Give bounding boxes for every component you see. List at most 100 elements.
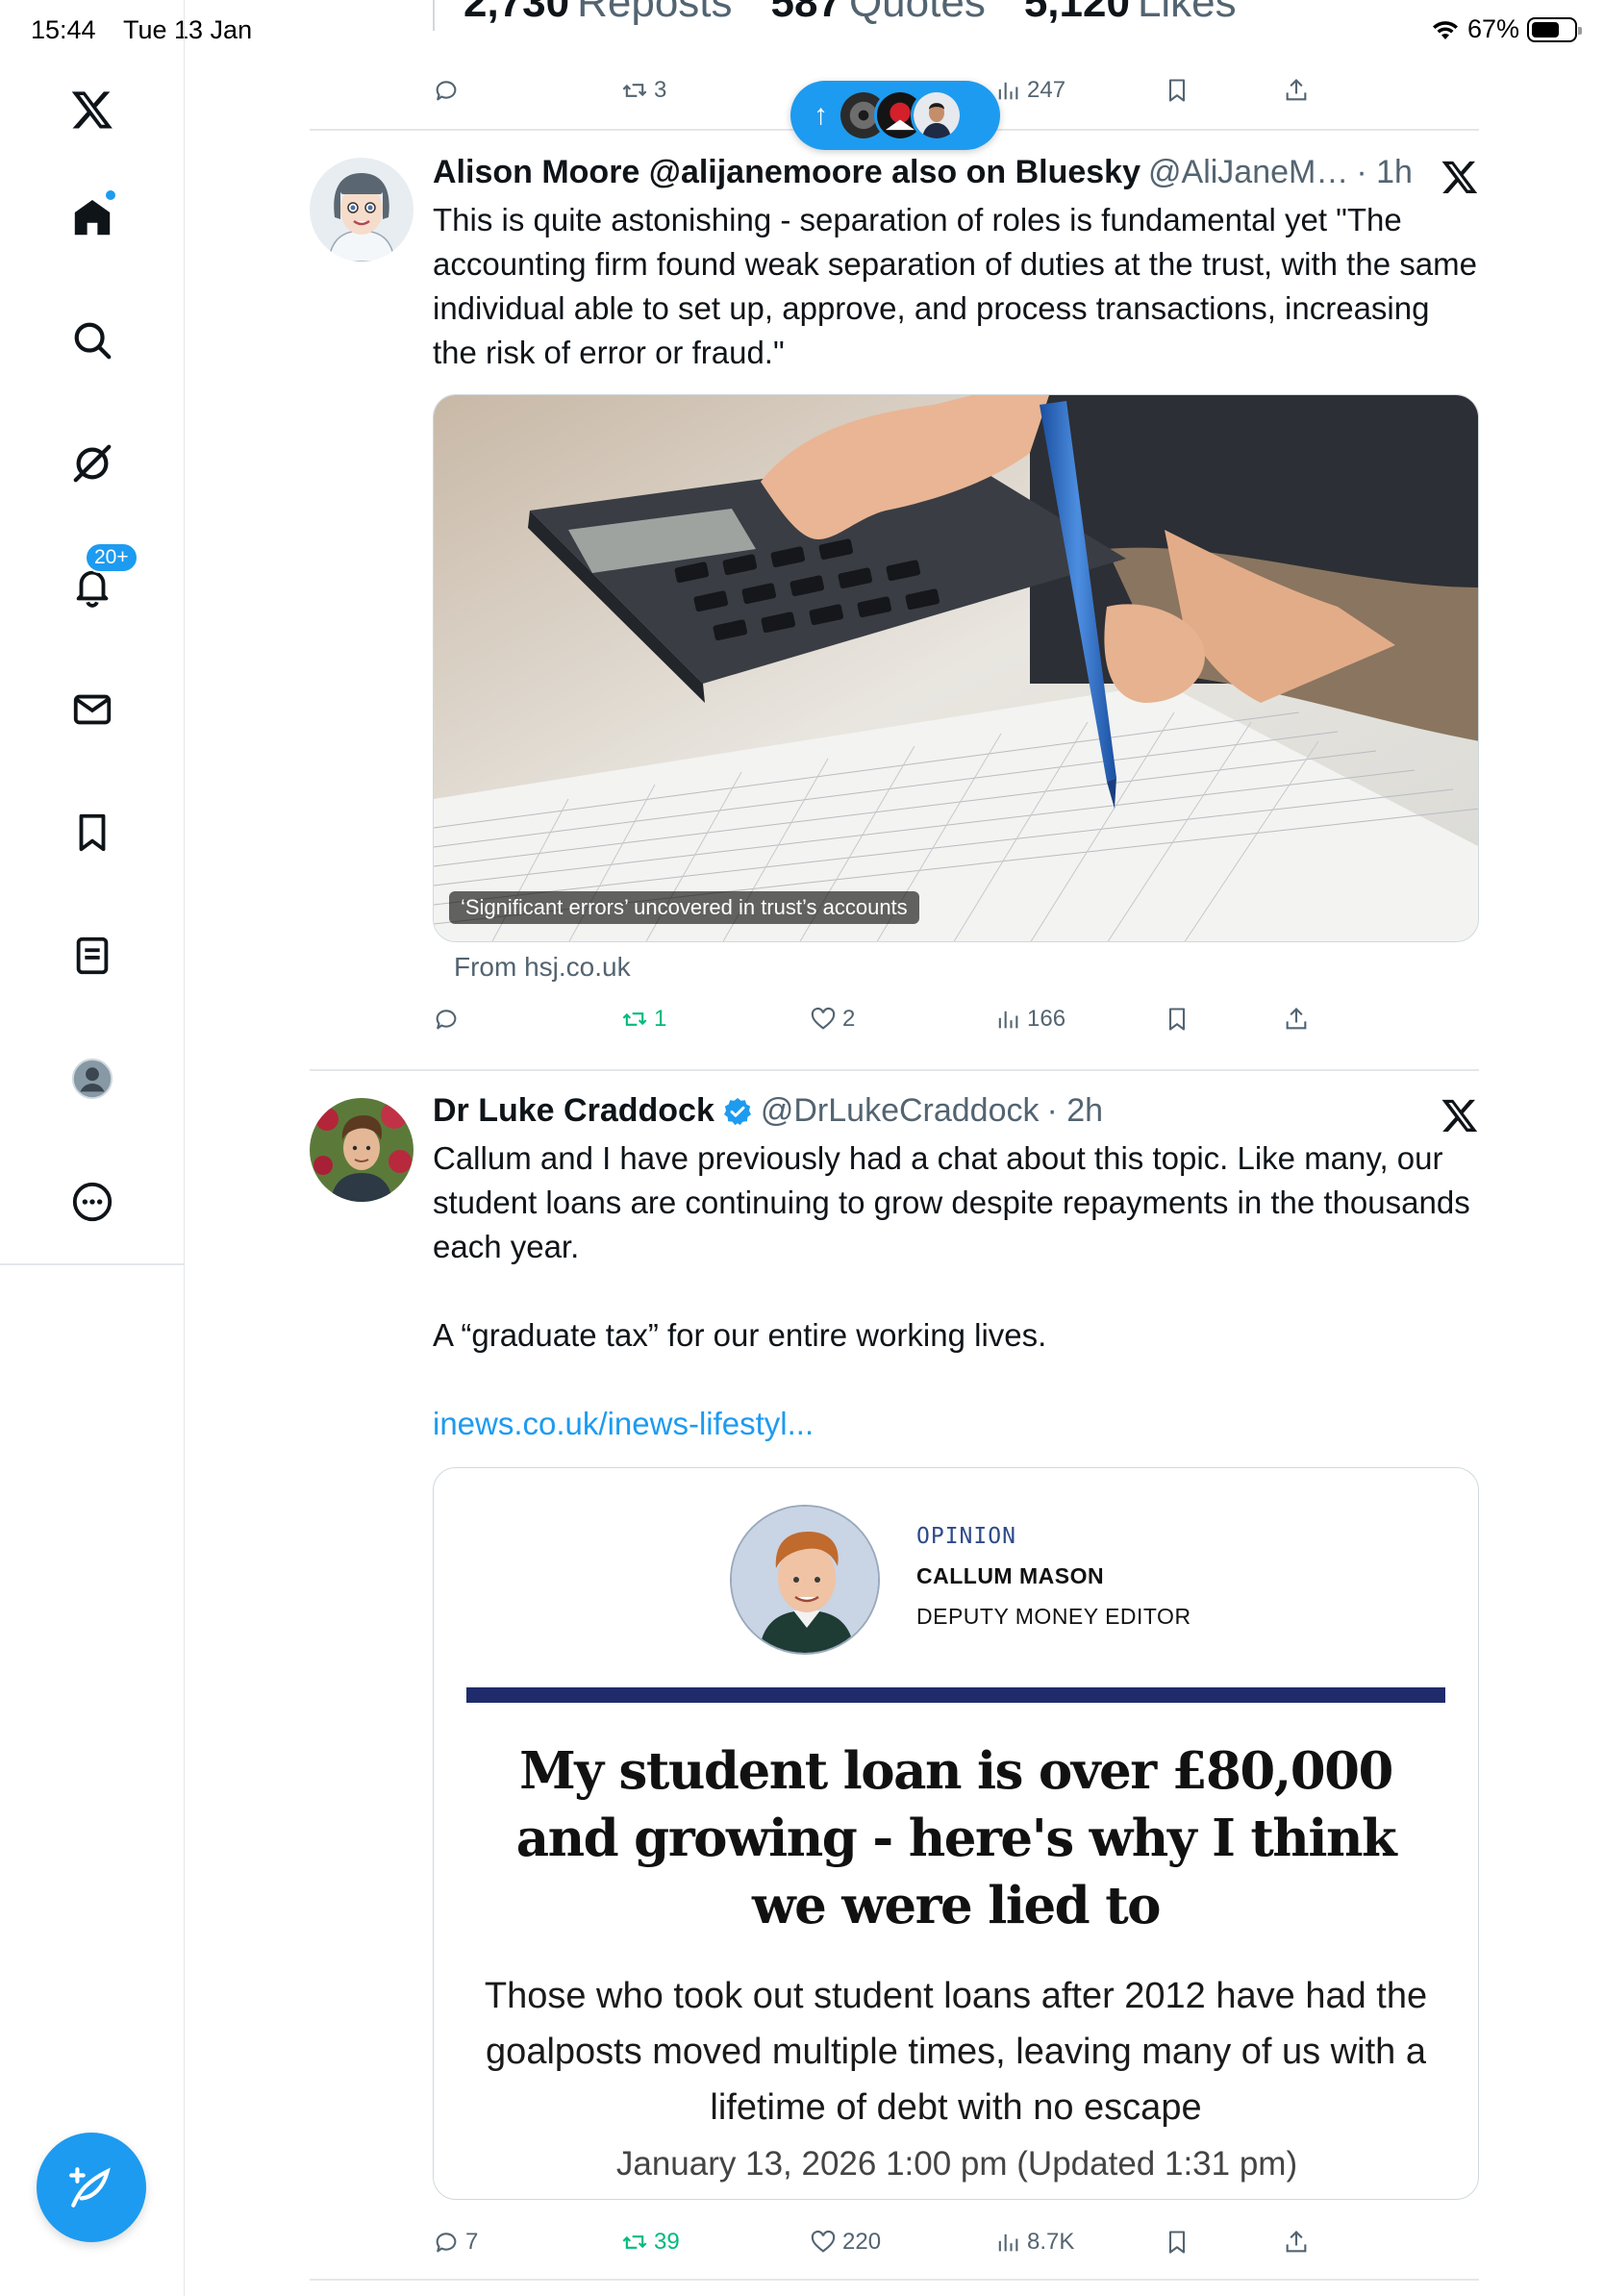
article-standfirst: Those who took out student loans after 2…	[484, 1976, 1428, 2128]
sidebar-item-grok[interactable]	[54, 425, 131, 502]
sidebar-item-home[interactable]	[54, 179, 131, 256]
article-divider-bar	[466, 1687, 1445, 1703]
handle[interactable]: @AliJaneM…	[1148, 154, 1348, 191]
battery-percent: 67%	[1466, 14, 1519, 43]
author-photo	[730, 1505, 880, 1655]
likes-count: 5,120	[1023, 0, 1130, 26]
views-icon	[998, 1011, 1018, 1029]
reply-count: 7	[465, 2229, 479, 2255]
sidebar-item-lists[interactable]	[54, 917, 131, 994]
views-button[interactable]: 166	[994, 1006, 1065, 1033]
bookmark-button[interactable]	[1164, 77, 1190, 104]
avatar-icon	[71, 1058, 113, 1100]
heart-icon	[811, 1007, 836, 1030]
handle[interactable]: @DrLukeCraddock	[761, 1092, 1040, 1130]
home-unread-dot	[104, 188, 117, 202]
article-date: January 13, 2026 1:00 pm (Updated 1:31 p…	[615, 2145, 1298, 2183]
quotes-count: 587	[770, 0, 841, 26]
sidebar-divider	[0, 1263, 185, 1265]
bookmark-button[interactable]	[1164, 2229, 1190, 2256]
reply-button[interactable]	[433, 77, 460, 104]
tweet-text: Callum and I have previously had a chat …	[433, 1140, 1470, 1353]
repost-button[interactable]: 1	[621, 1006, 666, 1033]
repost-button[interactable]: 39	[621, 2229, 680, 2256]
tweet-actions: 7 39 220 8.7K	[433, 2223, 1367, 2261]
repost-button[interactable]: 3	[621, 77, 666, 104]
tweet-text: This is quite astonishing - separation o…	[433, 202, 1487, 370]
reposts-label[interactable]: Reposts	[577, 0, 732, 26]
home-icon	[74, 199, 111, 236]
share-button[interactable]	[1283, 2229, 1310, 2256]
like-button[interactable]: 220	[810, 2229, 881, 2256]
battery-level	[1532, 21, 1559, 37]
views-icon	[998, 82, 1018, 100]
heart-icon	[811, 2230, 836, 2253]
share-button[interactable]	[1283, 77, 1310, 104]
verified-badge-icon	[723, 1097, 751, 1125]
repost-count: 1	[654, 1006, 667, 1032]
display-name[interactable]: Alison Moore @alijanemoore also on Blues…	[433, 154, 1140, 191]
sidebar-item-messages[interactable]	[54, 671, 131, 748]
display-name[interactable]: Dr Luke Craddock	[433, 1092, 714, 1130]
views-button[interactable]: 8.7K	[994, 2229, 1074, 2256]
sidebar-item-bookmarks[interactable]	[54, 794, 131, 871]
tweet-divider	[310, 2279, 1479, 2281]
envelope-icon	[73, 694, 112, 725]
x-logo-icon	[1441, 161, 1478, 193]
share-button[interactable]	[1283, 1006, 1310, 1033]
sidebar-item-more[interactable]	[54, 1163, 131, 1240]
bookmark-button[interactable]	[1164, 1006, 1190, 1033]
sidebar-item-profile[interactable]	[54, 1040, 131, 1117]
avatar[interactable]	[310, 1098, 414, 1202]
bookmark-icon	[79, 813, 106, 852]
tweet-header: Alison Moore @alijanemoore also on Blues…	[433, 154, 1413, 191]
x-logo-icon[interactable]	[54, 71, 131, 148]
new-posts-avatars	[838, 89, 963, 141]
likes-label[interactable]: Likes	[1138, 0, 1237, 26]
views-count: 247	[1027, 77, 1066, 103]
article-author: CALLUM MASON	[916, 1563, 1105, 1588]
compose-icon	[69, 2167, 111, 2208]
article-preview-card[interactable]: OPINION CALLUM MASON DEPUTY MONEY EDITOR…	[433, 1467, 1479, 2200]
reply-button[interactable]	[433, 1006, 460, 1033]
sidebar-item-explore[interactable]	[54, 302, 131, 379]
top-tweet-stats: 2,730 Reposts 587 Quotes 5,120 Likes	[464, 0, 1275, 27]
accounting-photo	[434, 395, 1478, 941]
repost-count: 3	[654, 77, 667, 103]
repost-icon	[622, 1012, 647, 1026]
notifications-badge: 20+	[85, 542, 138, 573]
tweet-actions: 1 2 166	[433, 1000, 1367, 1038]
sidebar-item-notifications[interactable]: 20+	[54, 542, 138, 625]
views-count: 166	[1027, 1006, 1066, 1032]
tweet-link[interactable]: inews.co.uk/inews-lifestyl...	[433, 1406, 814, 1442]
reply-icon	[436, 2233, 457, 2253]
battery-icon	[1527, 16, 1582, 42]
media-caption: ‘Significant errors’ uncovered in trust’…	[449, 891, 919, 924]
share-icon	[1286, 2231, 1307, 2253]
views-count: 8.7K	[1027, 2229, 1075, 2255]
article-headline: My student loan is over £80,000 and grow…	[515, 1741, 1397, 1935]
arrow-up-icon: ↑	[814, 99, 828, 131]
link-card-image[interactable]: ‘Significant errors’ uncovered in trust’…	[433, 394, 1479, 942]
bookmark-icon	[1168, 2231, 1186, 2254]
new-posts-pill[interactable]: ↑	[790, 81, 1000, 150]
timestamp[interactable]: · 2h	[1047, 1092, 1104, 1130]
more-icon	[72, 1182, 113, 1222]
compose-button[interactable]	[37, 2133, 146, 2242]
timestamp[interactable]: · 1h	[1356, 154, 1413, 191]
sidebar: 20+	[0, 0, 185, 2296]
repost-count: 39	[654, 2229, 680, 2255]
quotes-label[interactable]: Quotes	[849, 0, 986, 26]
avatar[interactable]	[310, 158, 414, 262]
like-button[interactable]: 2	[810, 1006, 855, 1033]
avatar	[911, 89, 963, 141]
bookmark-icon	[1168, 1008, 1186, 1031]
views-button[interactable]: 247	[994, 77, 1065, 104]
repost-icon	[622, 84, 647, 97]
reply-button[interactable]: 7	[433, 2229, 478, 2256]
grok-icon	[73, 444, 112, 483]
link-source[interactable]: From hsj.co.uk	[454, 952, 631, 983]
repost-icon	[622, 2235, 647, 2249]
search-icon	[74, 322, 112, 360]
bookmark-icon	[1168, 79, 1186, 102]
